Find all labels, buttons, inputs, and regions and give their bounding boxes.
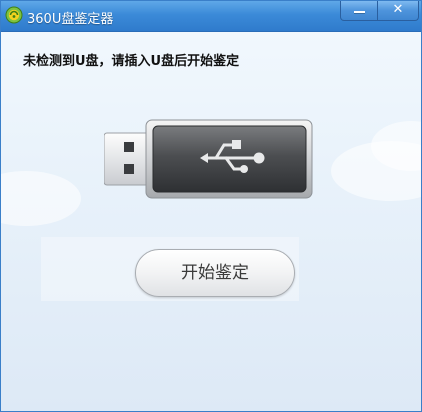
360-logo-icon <box>5 6 23 24</box>
background-cloud <box>1 171 81 226</box>
minimize-icon <box>354 11 365 13</box>
app-window: 360U盘鉴定器 ✕ 未检测到U盘，请插入U盘后开始鉴定 开始鉴定 <box>0 0 422 412</box>
start-identify-button[interactable]: 开始鉴定 <box>135 249 295 297</box>
minimize-button[interactable] <box>340 1 378 21</box>
status-message: 未检测到U盘，请插入U盘后开始鉴定 <box>23 54 240 69</box>
usb-drive-icon <box>104 119 313 199</box>
title-bar[interactable]: 360U盘鉴定器 ✕ <box>1 1 421 32</box>
close-icon: ✕ <box>392 2 404 17</box>
window-title: 360U盘鉴定器 <box>27 12 114 27</box>
close-button[interactable]: ✕ <box>377 1 419 21</box>
